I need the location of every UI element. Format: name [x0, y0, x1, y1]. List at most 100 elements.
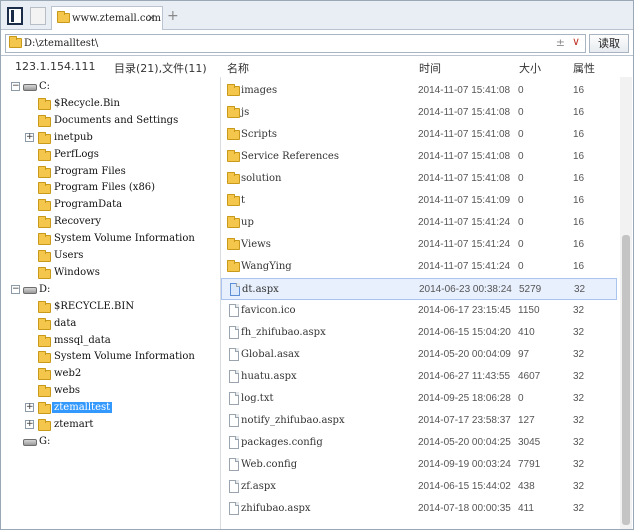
- vertical-scrollbar[interactable]: [620, 77, 632, 529]
- server-ip: 123.1.154.111: [15, 60, 96, 73]
- close-tab-icon[interactable]: ×: [147, 11, 156, 24]
- folder-row[interactable]: Scripts 2014-11-07 15:41:08 0 16: [221, 124, 617, 146]
- file-row[interactable]: Web.config 2014-09-19 00:03:24 7791 32: [221, 454, 617, 476]
- file-row[interactable]: log.txt 2014-09-25 18:06:28 0 32: [221, 388, 617, 410]
- column-header-size[interactable]: 大小: [519, 60, 541, 76]
- plus-minus-icon[interactable]: ±: [556, 36, 565, 49]
- folder-row[interactable]: Service References 2014-11-07 15:41:08 0 16: [221, 146, 617, 168]
- directory-count: 目录(21),文件(11): [114, 62, 207, 75]
- tree-item[interactable]: Documents and Settings: [1, 113, 219, 129]
- column-header-attributes[interactable]: 属性: [573, 60, 595, 76]
- file-row[interactable]: fh_zhifubao.aspx 2014-06-15 15:04:20 410 32: [221, 322, 617, 344]
- file-size: 0: [518, 151, 524, 162]
- folder-icon: [38, 368, 51, 381]
- tree-item-label: web2: [54, 368, 82, 380]
- file-name: huatu.aspx: [241, 371, 297, 382]
- file-name: zf.aspx: [241, 481, 276, 492]
- tree-item[interactable]: System Volume Information: [1, 231, 219, 247]
- collapse-icon[interactable]: −: [11, 82, 20, 91]
- file-size: 0: [518, 239, 524, 250]
- file-row[interactable]: Global.asax 2014-05-20 00:04:09 97 32: [221, 344, 617, 366]
- expand-icon[interactable]: +: [25, 132, 34, 142]
- file-size: 1150: [518, 305, 540, 316]
- expand-icon[interactable]: +: [25, 420, 34, 429]
- folder-icon: [38, 131, 51, 144]
- tree-item[interactable]: − D:: [1, 282, 219, 298]
- column-header-time[interactable]: 时间: [419, 60, 441, 76]
- tree-item[interactable]: data: [1, 316, 219, 332]
- tree-item[interactable]: + inetpub: [1, 130, 219, 146]
- tree-item[interactable]: Program Files (x86): [1, 180, 219, 196]
- collapse-icon[interactable]: −: [11, 284, 20, 294]
- column-header-name[interactable]: 名称: [227, 60, 249, 76]
- folder-row[interactable]: up 2014-11-07 15:41:24 0 16: [221, 212, 617, 234]
- folder-row[interactable]: Views 2014-11-07 15:41:24 0 16: [221, 234, 617, 256]
- tree-item-label: D:: [39, 283, 51, 295]
- tab-active[interactable]: www.ztemall.com ×: [51, 6, 163, 30]
- file-list: images 2014-11-07 15:41:08 0 16 js 2014-11-07…: [221, 77, 619, 529]
- tree-item[interactable]: System Volume Information: [1, 349, 219, 365]
- folder-icon: [227, 172, 240, 184]
- file-row[interactable]: zf.aspx 2014-06-15 15:44:02 438 32: [221, 476, 617, 498]
- tree-item[interactable]: Recovery: [1, 214, 219, 230]
- file-row[interactable]: notify_zhifubao.aspx 2014-07-17 23:58:37 1…: [221, 410, 617, 432]
- tree-item[interactable]: ProgramData: [1, 197, 219, 213]
- file-size: 410: [518, 327, 535, 338]
- file-icon: [229, 392, 239, 405]
- file-attributes: 32: [573, 305, 585, 316]
- file-row[interactable]: zhifubao.aspx 2014-07-18 00:00:35 411 32: [221, 498, 617, 520]
- file-row[interactable]: packages.config 2014-05-20 00:04:25 3045 32: [221, 432, 617, 454]
- tree-item[interactable]: PerfLogs: [1, 147, 219, 163]
- tree-item[interactable]: web2: [1, 366, 219, 382]
- drive-icon: [23, 438, 37, 446]
- page-icon[interactable]: [30, 7, 46, 25]
- file-name: Views: [241, 239, 271, 250]
- panel-layout-icon[interactable]: [7, 7, 23, 25]
- file-attributes: 16: [573, 195, 585, 206]
- file-size: 5279: [519, 284, 542, 295]
- file-manager-window: www.ztemall.com × + D:\ztemalltest\ ± ∨ …: [0, 0, 634, 530]
- file-size: 0: [518, 195, 524, 206]
- file-time: 2014-11-07 15:41:24: [418, 239, 511, 250]
- tree-item[interactable]: + ztemart: [1, 417, 219, 433]
- file-size: 0: [518, 129, 524, 140]
- file-name: Service References: [241, 151, 339, 162]
- tree-item[interactable]: webs: [1, 383, 219, 399]
- expand-icon[interactable]: +: [25, 403, 34, 413]
- add-tab-icon[interactable]: +: [167, 8, 179, 24]
- tree-item[interactable]: $RECYCLE.BIN: [1, 299, 219, 315]
- file-row[interactable]: dt.aspx 2014-06-23 00:38:24 5279 32: [221, 278, 617, 300]
- folder-icon: [227, 106, 240, 118]
- tree-item-label: $Recycle.Bin: [54, 97, 120, 109]
- file-time: 2014-11-07 15:41:08: [418, 151, 511, 162]
- tree-item[interactable]: + ztemalltest: [1, 400, 219, 416]
- tree-item-label: C:: [39, 81, 51, 92]
- folder-row[interactable]: t 2014-11-07 15:41:09 0 16: [221, 190, 617, 212]
- file-size: 3045: [518, 437, 541, 448]
- tree-item[interactable]: Users: [1, 248, 219, 264]
- chevron-down-icon[interactable]: ∨: [572, 35, 580, 48]
- file-row[interactable]: favicon.ico 2014-06-17 23:15:45 1150 32: [221, 300, 617, 322]
- tree-item[interactable]: mssql_data: [1, 333, 219, 349]
- tree-item[interactable]: Windows: [1, 265, 219, 281]
- file-row[interactable]: huatu.aspx 2014-06-27 11:43:55 4607 32: [221, 366, 617, 388]
- tree-item[interactable]: G:: [1, 434, 219, 450]
- folder-row[interactable]: solution 2014-11-07 15:41:08 0 16: [221, 168, 617, 190]
- tree-item[interactable]: $Recycle.Bin: [1, 96, 219, 112]
- file-time: 2014-06-15 15:04:20: [418, 327, 511, 338]
- file-name: Web.config: [241, 459, 298, 470]
- file-icon: [229, 304, 239, 317]
- tree-item[interactable]: Program Files: [1, 164, 219, 180]
- folder-row[interactable]: js 2014-11-07 15:41:08 0 16: [221, 102, 617, 124]
- file-name: log.txt: [241, 393, 274, 404]
- read-button[interactable]: 读取: [589, 34, 629, 53]
- folder-row[interactable]: WangYing 2014-11-07 15:41:24 0 16: [221, 256, 617, 278]
- tree-item[interactable]: − C:: [1, 79, 219, 95]
- tree-item-label: Program Files (x86): [54, 182, 156, 194]
- scrollbar-thumb[interactable]: [622, 235, 630, 525]
- file-time: 2014-11-07 15:41:08: [418, 85, 511, 96]
- file-attributes: 32: [573, 481, 585, 492]
- file-time: 2014-11-07 15:41:24: [418, 261, 511, 272]
- path-input[interactable]: D:\ztemalltest\ ± ∨: [5, 34, 586, 53]
- folder-row[interactable]: images 2014-11-07 15:41:08 0 16: [221, 80, 617, 102]
